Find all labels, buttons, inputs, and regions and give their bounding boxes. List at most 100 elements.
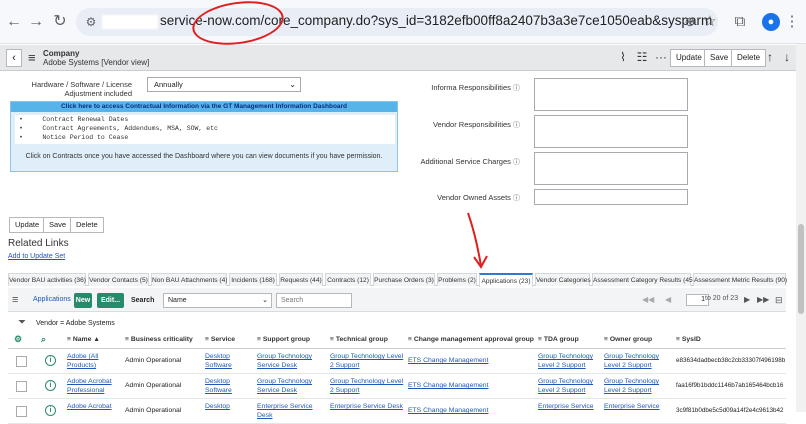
row-checkbox[interactable] [16,381,27,392]
hamburger-menu-icon[interactable]: ≡ [28,50,36,65]
owner-group-link[interactable]: Enterprise Service [604,402,666,411]
column-sysid[interactable]: ≡ SysID [676,336,701,343]
personalize-form-icon[interactable]: ☷ [635,50,649,64]
previous-page-icon[interactable]: ◀ [665,295,671,304]
save-button[interactable]: Save [704,49,735,67]
delete-button[interactable]: Delete [731,49,767,67]
first-page-icon[interactable]: ◀◀ [642,295,654,304]
tab-vendor-categories[interactable]: Vendor Categories [535,273,591,286]
list-title[interactable]: Applications [33,296,71,303]
app-name-link[interactable]: Adobe (All Products) [67,352,117,370]
info-icon[interactable]: i [45,380,56,391]
extensions-icon[interactable]: ⧉ [730,12,750,32]
back-button[interactable]: ‹ [6,49,22,67]
form-header: ‹ ≡ Company Adobe Systems [Vendor view] … [0,45,806,71]
tab-contracts[interactable]: Contracts (12) [325,273,371,286]
service-link[interactable]: Desktop Software [205,352,245,370]
column-support-group[interactable]: ≡ Support group [257,336,310,343]
page-scrollbar[interactable] [796,44,806,412]
column-tda-group[interactable]: ≡ TDA group [538,336,579,343]
tab-vendor-contacts[interactable]: Vendor Contacts (5) [88,273,149,286]
edit-button[interactable]: Edit... [97,293,124,308]
tab-non-bau-attachments[interactable]: Non BAU Attachments (4) [151,273,228,286]
owner-group-link[interactable]: Group Technology Level 2 Support [604,352,666,370]
search-icon[interactable]: ⌕ [41,334,46,345]
form-update-button[interactable]: Update [9,217,46,233]
tab-assessment-category-results[interactable]: Assessment Category Results (45) [592,273,695,286]
search-input[interactable]: Search [276,293,352,308]
dashboard-link[interactable]: Click here to access Contractual Informa… [11,102,397,112]
tab-assessment-metric-results[interactable]: Assessment Metric Results (90) [693,273,787,286]
site-info-icon[interactable]: ⚙ [84,15,98,29]
tab-requests[interactable]: Requests (44) [279,273,323,286]
reload-icon[interactable]: ↻ [50,12,70,32]
app-name-link[interactable]: Adobe Acrobat Professional [67,377,119,395]
profile-avatar[interactable]: ● [762,13,780,31]
owner-group-link[interactable]: Group Technology Level 2 Support [604,377,666,395]
support-group-link[interactable]: Enterprise Service Desk [257,402,321,420]
add-to-update-set-link[interactable]: Add to Update Set [8,253,65,260]
change-group-link[interactable]: ETS Change Management [408,381,488,390]
vendor-responsibilities-field[interactable] [534,115,688,148]
column-service[interactable]: ≡ Service [205,336,235,343]
change-group-link[interactable]: ETS Change Management [408,406,488,415]
help-icon: ⓘ [513,159,520,166]
table-row[interactable]: i Adobe (All Products) Admin Operational… [8,350,786,374]
next-page-icon[interactable]: ▶ [744,295,750,304]
support-group-link[interactable]: Group Technology Service Desk [257,377,321,395]
bookmark-star-icon[interactable]: ☆ [700,12,720,32]
tda-group-link[interactable]: Group Technology Level 2 Support [538,377,598,395]
form-save-button[interactable]: Save [43,217,73,233]
browser-menu-icon[interactable]: ⋮ [782,12,802,32]
tab-vendor-bau[interactable]: Vendor BAU activities (36) [8,273,86,286]
column-name[interactable]: ≡ Name ▲ [67,336,100,343]
more-options-icon[interactable]: ··· [654,50,668,64]
back-arrow-icon[interactable]: ← [4,12,24,32]
settings-gear-icon[interactable]: ⚙ [14,334,22,345]
row-checkbox[interactable] [16,356,27,367]
technical-group-link[interactable]: Enterprise Service Desk [330,402,404,411]
column-owner-group[interactable]: ≡ Owner group [604,336,652,343]
support-group-link[interactable]: Group Technology Service Desk [257,352,321,370]
change-group-link[interactable]: ETS Change Management [408,356,488,365]
scrollbar-thumb[interactable] [798,224,804,314]
technical-group-link[interactable]: Group Technology Level 2 Support [330,377,404,395]
new-button[interactable]: New [74,293,92,308]
address-bar[interactable]: ⚙ service-now.com/core_company.do?sys_id… [76,8,718,36]
info-icon[interactable]: i [45,355,56,366]
tda-group-link[interactable]: Group Technology Level 2 Support [538,352,598,370]
tab-applications[interactable]: Applications (23) [479,273,533,287]
form-delete-button[interactable]: Delete [70,217,104,233]
column-business-criticality[interactable]: ≡ Business criticality [125,336,193,343]
table-row[interactable]: i Adobe Acrobat Professional Admin Opera… [8,375,786,399]
filter-breadcrumb[interactable]: Vendor = Adobe Systems [36,320,115,327]
informa-responsibilities-field[interactable] [534,78,688,111]
service-link[interactable]: Desktop Software [205,377,245,395]
license-frequency-select[interactable]: Annually ⌄ [147,77,301,92]
service-link[interactable]: Desktop [205,402,245,411]
column-technical-group[interactable]: ≡ Technical group [330,336,388,343]
search-field-select[interactable]: Name ⌄ [163,293,272,308]
previous-record-icon[interactable]: ↑ [763,50,777,64]
collapse-icon[interactable]: ⊟ [775,295,783,306]
tab-incidents[interactable]: Incidents (168) [229,273,277,286]
forward-arrow-icon[interactable]: → [26,12,46,32]
tab-purchase-orders[interactable]: Purchase Orders (3) [373,273,435,286]
zoom-icon[interactable]: ⊕ [680,12,700,32]
technical-group-link[interactable]: Group Technology Level 2 Support [330,352,404,370]
tda-group-link[interactable]: Enterprise Service [538,402,598,411]
table-row[interactable]: i Adobe Acrobat Admin Operational Deskto… [8,400,786,424]
criticality-cell: Admin Operational [125,357,182,364]
column-change-approval-group[interactable]: ≡ Change management approval group [408,336,534,343]
next-record-icon[interactable]: ↓ [780,50,794,64]
update-button[interactable]: Update [670,49,708,67]
attachment-icon[interactable]: ⌇ [616,50,630,64]
vendor-assets-field[interactable] [534,189,688,205]
tab-problems[interactable]: Problems (2) [437,273,477,286]
filter-icon[interactable]: ⏷ [18,317,26,328]
last-page-icon[interactable]: ▶▶ [757,295,769,304]
app-name-link[interactable]: Adobe Acrobat [67,402,119,411]
list-menu-icon[interactable]: ≡ [12,294,18,306]
additional-charges-field[interactable] [534,152,688,185]
info-icon[interactable]: i [45,405,56,416]
